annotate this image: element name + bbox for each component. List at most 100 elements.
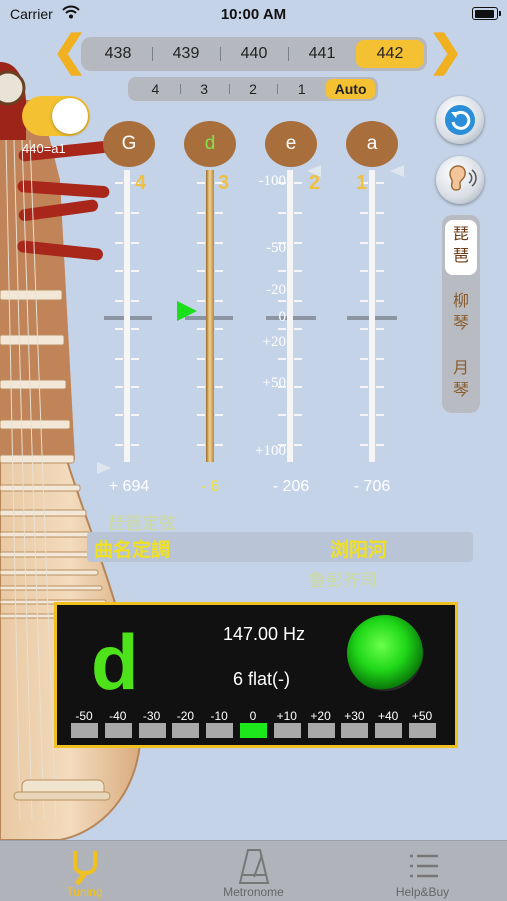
instrument-selector: 琵琶 柳琴 月琴 [442,215,480,413]
meter-tick [115,328,123,330]
deviation-scale-label: +40 [378,709,399,723]
deviation-scale-label: -50 [75,709,93,723]
meter-tick [376,182,384,184]
metronome-icon [238,849,270,884]
meter-tick [215,444,223,446]
tune-song-name[interactable]: 浏阳河 [330,535,387,562]
note-button-string-3[interactable]: d [184,121,236,167]
meter-tick [360,328,368,330]
meter-tick [294,386,302,388]
tuning-fork-icon [73,851,97,885]
string-number: 4 [135,172,147,194]
deviation-scale-label: +30 [344,709,365,723]
string-option-3[interactable]: 3 [179,79,229,99]
list-icon [410,854,438,878]
string-option-auto[interactable]: Auto [326,79,375,99]
scale-label: +50 [262,375,286,391]
instrument-pipa[interactable]: 琵琶 [445,220,477,275]
note-button-string-2[interactable]: e [265,121,317,167]
note-button-string-1[interactable]: a [346,121,398,167]
meter-tick [278,328,286,330]
tab-label: Metronome [223,885,284,899]
pitch-option-438[interactable]: 438 [84,40,152,68]
note-button-string-4[interactable]: G [103,121,155,167]
meter-tick [294,270,302,272]
listen-button[interactable] [436,156,484,204]
meter-tick [376,414,384,416]
pointer-icon [390,165,404,177]
tab-tuning[interactable]: Tuning [0,841,169,901]
meter-tick [376,444,384,446]
meter-tick [278,212,286,214]
string-option-1[interactable]: 1 [277,79,326,99]
tune-caption: 鲁彭齐司 [309,571,377,590]
meter-tick [115,358,123,360]
meter-tick [360,414,368,416]
string-option-2[interactable]: 2 [228,79,278,99]
deviation-scale-segment [104,723,132,738]
meter-tick [131,242,139,244]
meter-tick [197,386,205,388]
meter-tick [197,242,205,244]
ear-icon [449,165,477,191]
deviation-scale-label: +20 [310,709,331,723]
deviation-readout: 6 flat(-) [233,669,291,689]
meter-tick [131,414,139,416]
meter-tick [294,328,302,330]
scale-label: +20 [262,334,286,350]
deviation-scale-segment [138,723,166,738]
meter-tick [131,444,139,446]
deviation-scale-segment [409,723,436,738]
preset-caption: 琵琶定弦 [108,514,176,533]
meter-tick [115,444,123,446]
tab-label: Help&Buy [395,885,450,899]
tab-help-buy[interactable]: Help&Buy [338,841,507,901]
scale-label: -50 [266,240,286,256]
deviation-scale-segment [307,723,335,738]
a440-toggle[interactable] [22,96,90,136]
meter-tick [294,300,302,302]
pitch-option-439[interactable]: 439 [152,40,220,68]
meter-tick [197,358,205,360]
meter-tick [278,414,286,416]
meter-tick [360,300,368,302]
meter-tick [215,300,223,302]
meter-tick [215,212,223,214]
meter-tick [131,386,139,388]
refresh-icon [445,105,475,135]
meter-tick [115,212,123,214]
pointer-icon [97,462,111,474]
detected-note: d [91,618,139,706]
meter-tick [115,270,123,272]
tab-metronome[interactable]: Metronome [169,841,338,901]
pitch-option-442[interactable]: 442 [356,40,424,68]
status-bar: Carrier 10:00 AM [0,0,507,28]
meter-tick [376,328,384,330]
meter-tick [215,386,223,388]
clock: 10:00 AM [220,6,287,23]
scale-label: -100 [258,173,287,189]
instrument-yueqin[interactable]: 月琴 [445,357,477,401]
meter-tick [294,444,302,446]
meter-tick [131,300,139,302]
meter-tick [115,300,123,302]
meter-tick [294,182,302,184]
meter-tick [115,386,123,388]
pitch-option-441[interactable]: 441 [288,40,356,68]
reset-button[interactable] [436,96,484,144]
instrument-liuqin[interactable]: 柳琴 [445,290,477,334]
next-pitch-arrow[interactable]: ❯ [428,30,463,72]
deviation-scale-label: -10 [210,709,228,723]
meter-tick [115,414,123,416]
meter-tick [215,414,223,416]
meter-tick [360,212,368,214]
meter-tick [115,242,123,244]
meter-tick [197,182,205,184]
string-number: 1 [356,172,368,194]
string-option-4[interactable]: 4 [131,79,180,99]
meter-tick [131,212,139,214]
pitch-option-440[interactable]: 440 [220,40,288,68]
deviation-scale-label: -40 [109,709,127,723]
meter-tick [278,300,286,302]
pointer-icon [177,301,197,321]
